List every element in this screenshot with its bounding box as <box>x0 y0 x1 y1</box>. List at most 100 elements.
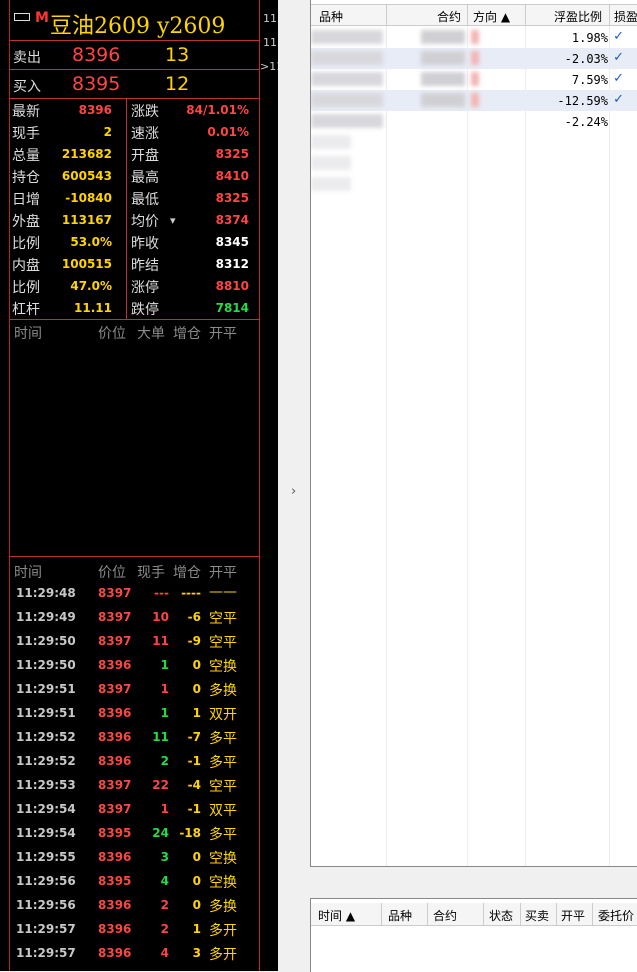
tick-time: 11:29:48 <box>16 586 76 600</box>
tick-row[interactable]: 11:29:53 8397 22 -4 空平 <box>10 773 259 797</box>
stat-value: 8345 <box>215 235 249 249</box>
buy-volume: 12 <box>165 73 190 95</box>
tick-price: 8397 <box>98 610 132 624</box>
masked-direction <box>471 51 479 65</box>
tick-row[interactable]: 11:29:56 8395 4 0 空换 <box>10 869 259 893</box>
masked-symbol <box>311 135 351 149</box>
stat-value: 53.0% <box>70 235 112 249</box>
dropdown-arrow-icon[interactable]: ▾ <box>170 214 176 227</box>
buy-label: 买入 <box>13 79 41 95</box>
order-col-contract[interactable]: 合约 <box>433 907 457 924</box>
tick-time: 11:29:54 <box>16 826 76 840</box>
tick-row[interactable]: 11:29:55 8396 3 0 空换 <box>10 845 259 869</box>
position-row[interactable]: 1.98% ✓ <box>311 27 637 48</box>
check-icon[interactable]: ✓ <box>613 50 624 65</box>
tick-row[interactable]: 11:29:57 8396 4 3 多开 <box>10 941 259 965</box>
positions-grid[interactable]: 品种 合约 方向 ▲ 浮盈比例 损盈 1.98% ✓ -2.03% ✓ 7.59% ✓ -1… <box>310 0 637 867</box>
tick-kp: 空平 <box>209 779 237 795</box>
tick-time: 11:29:54 <box>16 802 76 816</box>
stat-label: 外盘 <box>12 214 40 230</box>
quote-stats: 最新 8396 涨跌 84/1.01% 现手 2 速涨 0.01% 总量 213682 开盘 8325… <box>10 99 259 320</box>
tick-row[interactable]: 11:29:54 8395 24 -18 多平 <box>10 821 259 845</box>
check-icon[interactable]: ✓ <box>613 29 624 44</box>
buy-price[interactable]: 8395 <box>72 73 120 95</box>
masked-symbol <box>311 156 351 170</box>
tick-price: 8396 <box>98 922 132 936</box>
order-col-status[interactable]: 状态 <box>489 907 513 924</box>
tick-row[interactable]: 11:29:56 8396 2 0 多换 <box>10 893 259 917</box>
stat-label: 总量 <box>12 148 40 164</box>
tick-header-time: 时间 <box>14 565 42 581</box>
tick-row[interactable]: 11:29:50 8396 1 0 空换 <box>10 653 259 677</box>
grid-line <box>386 26 387 866</box>
tick-oi: 0 <box>192 874 201 888</box>
tick-row[interactable]: 11:29:50 8397 11 -9 空平 <box>10 629 259 653</box>
col-symbol[interactable]: 品种 <box>319 8 343 25</box>
stat-row: 比例 47.0% 涨停 8810 <box>10 275 259 297</box>
check-icon[interactable]: ✓ <box>613 92 624 107</box>
col-divider <box>467 5 468 25</box>
tick-oi: -1 <box>187 754 201 768</box>
tick-time: 11:29:56 <box>16 874 76 888</box>
tick-time: 11:29:57 <box>16 946 76 960</box>
tick-row[interactable]: 11:29:51 8397 1 0 多换 <box>10 677 259 701</box>
tick-row[interactable]: 11:29:52 8396 11 -7 多平 <box>10 725 259 749</box>
col-direction[interactable]: 方向 ▲ <box>473 8 510 25</box>
tick-price: 8396 <box>98 754 132 768</box>
tick-oi: ---- <box>181 586 201 600</box>
order-col-time[interactable]: 时间 ▲ <box>318 907 355 924</box>
tick-row[interactable]: 11:29:48 8397 --- ---- —— <box>10 581 259 605</box>
position-row[interactable]: 7.59% ✓ <box>311 69 637 90</box>
tick-qty: 1 <box>160 658 169 672</box>
position-row[interactable]: -2.03% ✓ <box>311 48 637 69</box>
tick-price: 8395 <box>98 826 132 840</box>
col-stop[interactable]: 损盈 <box>614 8 637 25</box>
tick-price: 8396 <box>98 946 132 960</box>
stat-value: 8396 <box>78 103 112 117</box>
tick-row[interactable]: 11:29:49 8397 10 -6 空平 <box>10 605 259 629</box>
expand-arrow-icon[interactable]: › <box>291 484 296 499</box>
grid-line <box>525 26 526 866</box>
tick-oi: -4 <box>187 778 201 792</box>
tick-qty: 2 <box>160 922 169 936</box>
col-float-ratio[interactable]: 浮盈比例 <box>554 8 602 25</box>
tick-kp: 多平 <box>209 827 237 843</box>
check-icon[interactable]: ✓ <box>613 71 624 86</box>
window-restore-icon[interactable] <box>14 13 30 21</box>
stat-label: 内盘 <box>12 258 40 274</box>
tick-oi: -18 <box>179 826 201 840</box>
splitter[interactable]: › <box>278 0 310 971</box>
tick-qty: 11 <box>152 634 169 648</box>
big-order-list[interactable] <box>10 342 259 557</box>
big-order-header-kp: 开平 <box>209 326 237 342</box>
order-col-price[interactable]: 委托价 <box>598 907 634 924</box>
tick-row[interactable]: 11:29:52 8396 2 -1 多平 <box>10 749 259 773</box>
order-col-symbol[interactable]: 品种 <box>388 907 412 924</box>
orders-grid[interactable]: 时间 ▲ 品种 合约 状态 买卖 开平 委托价 <box>310 898 637 972</box>
position-row[interactable]: -12.59% ✓ <box>311 90 637 111</box>
order-col-kp[interactable]: 开平 <box>561 907 585 924</box>
tick-row[interactable]: 11:29:51 8396 1 1 双开 <box>10 701 259 725</box>
masked-symbol <box>311 51 383 65</box>
tick-row[interactable]: 11:29:54 8397 1 -1 双平 <box>10 797 259 821</box>
sell-price[interactable]: 8396 <box>72 44 120 66</box>
col-divider <box>525 5 526 25</box>
order-col-side[interactable]: 买卖 <box>525 907 549 924</box>
sell-row[interactable]: 卖出 8396 13 <box>10 41 259 70</box>
tick-kp: 空换 <box>209 875 237 891</box>
stat-label: 持仓 <box>12 170 40 186</box>
buy-row[interactable]: 买入 8395 12 <box>10 70 259 99</box>
position-row[interactable]: -2.24% <box>311 111 637 132</box>
tick-oi: 1 <box>192 706 201 720</box>
tick-list[interactable]: 11:29:48 8397 --- ---- —— 11:29:49 8397 10 -6 空平 1… <box>10 581 259 965</box>
stat-label: 涨跌 <box>131 104 159 120</box>
tick-time: 11:29:53 <box>16 778 76 792</box>
stat-label: 昨收 <box>131 236 159 252</box>
col-divider <box>427 903 428 925</box>
tick-kp: 多开 <box>209 947 237 963</box>
tick-header-kp: 开平 <box>209 565 237 581</box>
tick-time: 11:29:55 <box>16 850 76 864</box>
col-contract[interactable]: 合约 <box>437 8 461 25</box>
stat-row: 现手 2 速涨 0.01% <box>10 121 259 143</box>
tick-row[interactable]: 11:29:57 8396 2 1 多开 <box>10 917 259 941</box>
